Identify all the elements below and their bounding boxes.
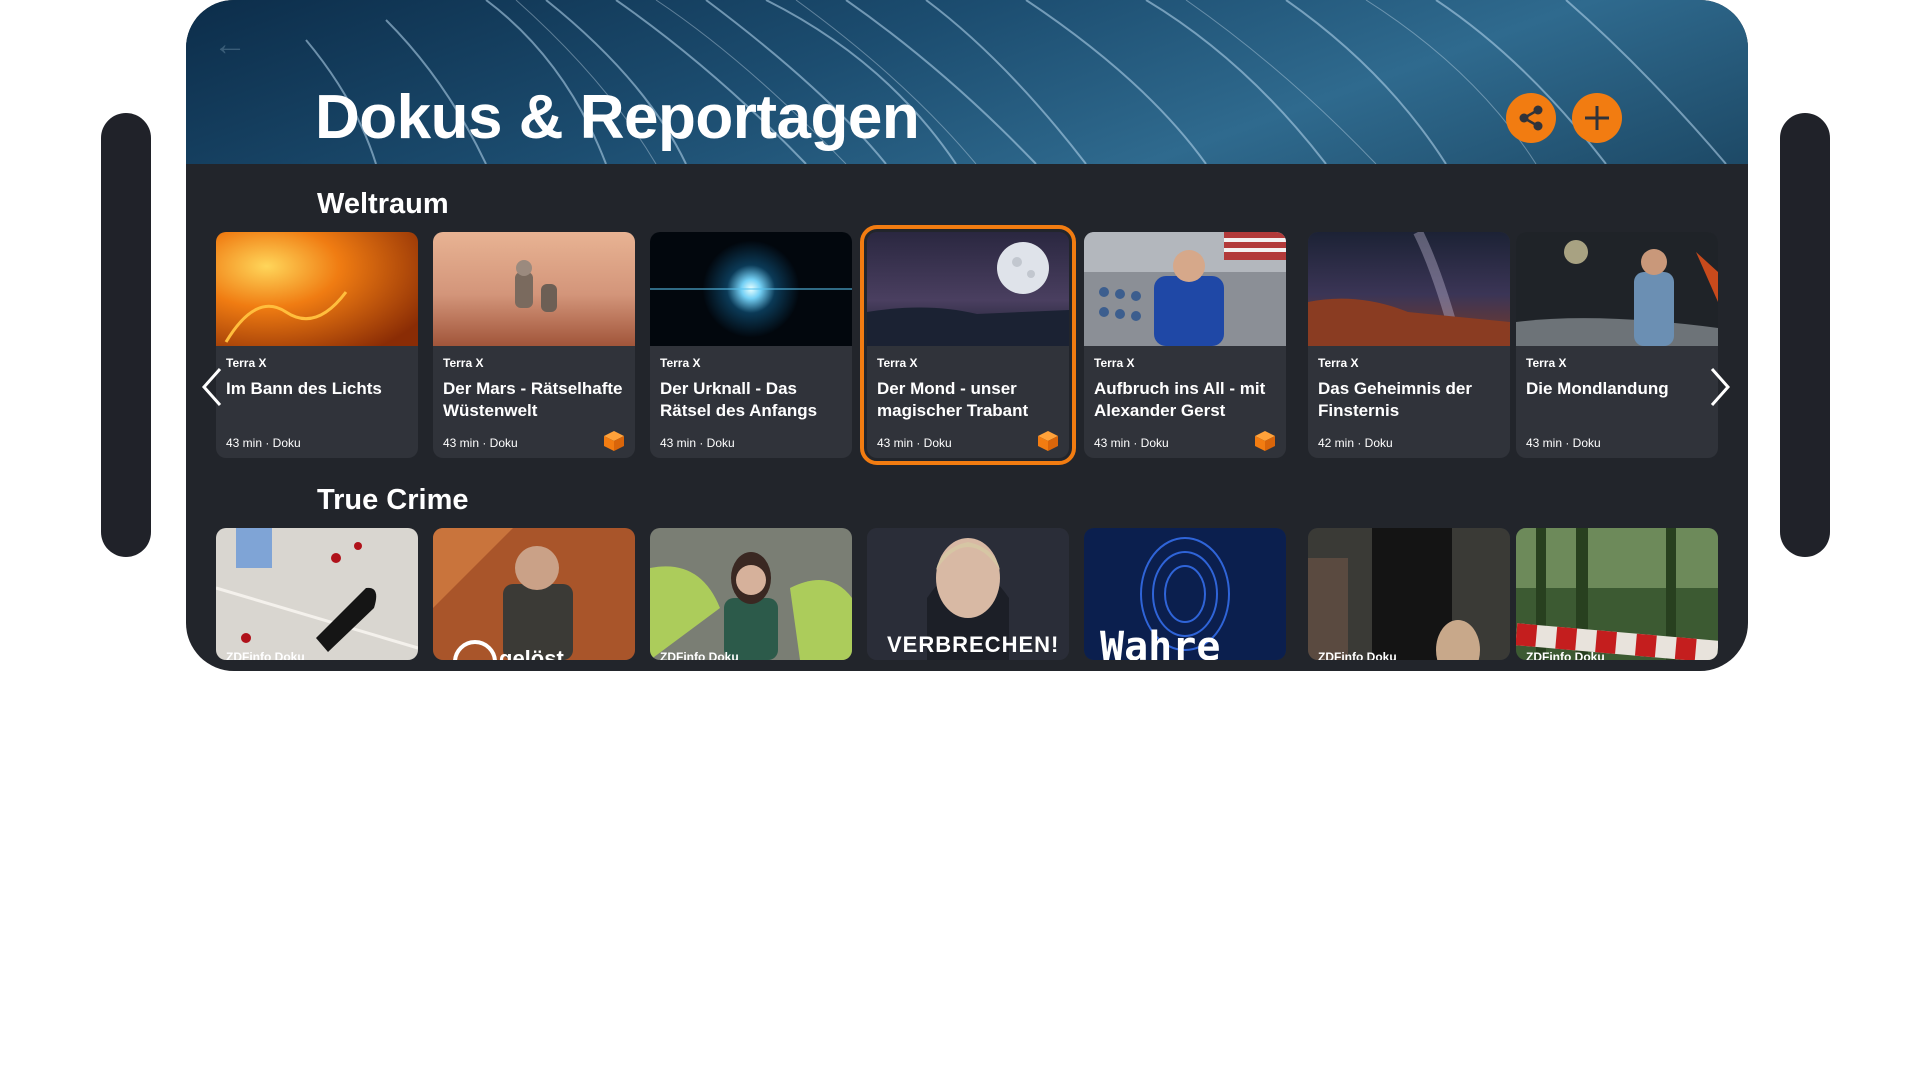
card-overlay-text: ZDFinfo Doku <box>660 650 739 660</box>
app-window: ← Dokus & Reportagen Weltraum Terra X Im… <box>186 0 1748 671</box>
cube-icon <box>1038 431 1058 451</box>
video-card[interactable]: ZDFinfo Doku <box>650 528 852 660</box>
brand-logo <box>453 640 497 660</box>
card-overlay-text: gelöst <box>499 646 564 660</box>
video-card[interactable]: VERBRECHEN! <box>867 528 1069 660</box>
chevron-right-icon <box>1710 368 1731 406</box>
share-icon <box>1519 105 1543 131</box>
card-meta: 43 min · Doku <box>877 436 952 450</box>
carousel-prev-button[interactable] <box>192 362 232 412</box>
thumbnail-image <box>216 528 418 660</box>
thumbnail-image <box>1516 232 1718 346</box>
card-brand: Terra X <box>877 356 918 370</box>
video-card[interactable]: gelöst <box>433 528 635 660</box>
card-overlay-text: Wahre <box>1100 624 1221 660</box>
thumbnail-image <box>1308 232 1510 346</box>
plus-icon <box>1585 106 1609 130</box>
card-brand: Terra X <box>443 356 484 370</box>
card-brand: Terra X <box>1094 356 1135 370</box>
add-button[interactable] <box>1572 93 1622 143</box>
header-actions <box>1506 93 1622 143</box>
video-card[interactable]: Terra X Das Geheimnis der Finsternis 42 … <box>1308 232 1510 458</box>
right-side-handle <box>1780 113 1830 557</box>
card-meta: 42 min · Doku <box>1318 436 1393 450</box>
thumbnail-image <box>1516 528 1718 660</box>
left-side-handle <box>101 113 151 557</box>
arrow-left-icon: ← <box>213 24 247 63</box>
page-title: Dokus & Reportagen <box>315 83 920 152</box>
section-title-weltraum: Weltraum <box>317 188 449 220</box>
weltraum-row: Terra X Im Bann des Lichts 43 min · Doku… <box>216 225 1718 465</box>
thumbnail-image <box>433 232 635 346</box>
card-brand: Terra X <box>1526 356 1567 370</box>
video-card[interactable]: Terra X Im Bann des Lichts 43 min · Doku <box>216 232 418 458</box>
card-title: Der Mars - Rätselhafte Wüstenwelt <box>443 379 623 420</box>
video-card[interactable]: ZDFinfo Doku <box>1516 528 1718 660</box>
video-card-selected[interactable]: Terra X Der Mond - unser magischer Traba… <box>860 225 1076 465</box>
card-meta: 43 min · Doku <box>226 436 301 450</box>
section-title-true-crime: True Crime <box>317 484 469 516</box>
card-overlay-text: ZDFinfo Doku <box>226 650 305 660</box>
header-banner: ← Dokus & Reportagen <box>186 0 1748 164</box>
thumbnail-image <box>1084 232 1286 346</box>
video-card[interactable]: ZDFinfo Doku <box>1308 528 1510 660</box>
video-card[interactable]: Wahre <box>1084 528 1286 660</box>
card-title: Der Mond - unser magischer Trabant <box>877 379 1029 420</box>
video-card[interactable]: Terra X Aufbruch ins All - mit Alexander… <box>1084 232 1286 458</box>
thumbnail-image <box>1308 528 1510 660</box>
carousel-next-button[interactable] <box>1700 362 1740 412</box>
thumbnail-image <box>650 528 852 660</box>
video-card[interactable]: Terra X Der Urknall - Das Rätsel des Anf… <box>650 232 852 458</box>
card-title: Im Bann des Lichts <box>226 379 382 398</box>
back-button[interactable]: ← <box>210 24 250 64</box>
cube-icon <box>604 431 624 451</box>
card-title: Aufbruch ins All - mit Alexander Gerst <box>1094 379 1266 420</box>
card-meta: 43 min · Doku <box>443 436 518 450</box>
video-card[interactable]: Terra X Der Mars - Rätselhafte Wüstenwel… <box>433 232 635 458</box>
card-meta: 43 min · Doku <box>1526 436 1601 450</box>
video-card[interactable]: ZDFinfo Doku <box>216 528 418 660</box>
card-brand: Terra X <box>226 356 267 370</box>
card-overlay-text: ZDFinfo Doku <box>1318 650 1397 660</box>
true-crime-row: ZDFinfo Doku gelöst ZDFinfo Doku VERBREC… <box>216 528 1718 671</box>
card-overlay-text: ZDFinfo Doku <box>1526 650 1605 660</box>
cube-icon <box>1255 431 1275 451</box>
thumbnail-image <box>216 232 418 346</box>
chevron-left-icon <box>201 368 222 406</box>
card-brand: Terra X <box>660 356 701 370</box>
thumbnail-image <box>650 232 852 346</box>
card-title: Die Mondlandung <box>1526 379 1669 398</box>
share-button[interactable] <box>1506 93 1556 143</box>
card-meta: 43 min · Doku <box>660 436 735 450</box>
card-title: Das Geheimnis der Finsternis <box>1318 379 1473 420</box>
card-brand: Terra X <box>1318 356 1359 370</box>
card-overlay-text: VERBRECHEN! <box>887 632 1060 657</box>
thumbnail-image <box>867 232 1069 346</box>
video-card[interactable]: Terra X Die Mondlandung 43 min · Doku <box>1516 232 1718 458</box>
card-meta: 43 min · Doku <box>1094 436 1169 450</box>
card-title: Der Urknall - Das Rätsel des Anfangs <box>660 379 818 420</box>
